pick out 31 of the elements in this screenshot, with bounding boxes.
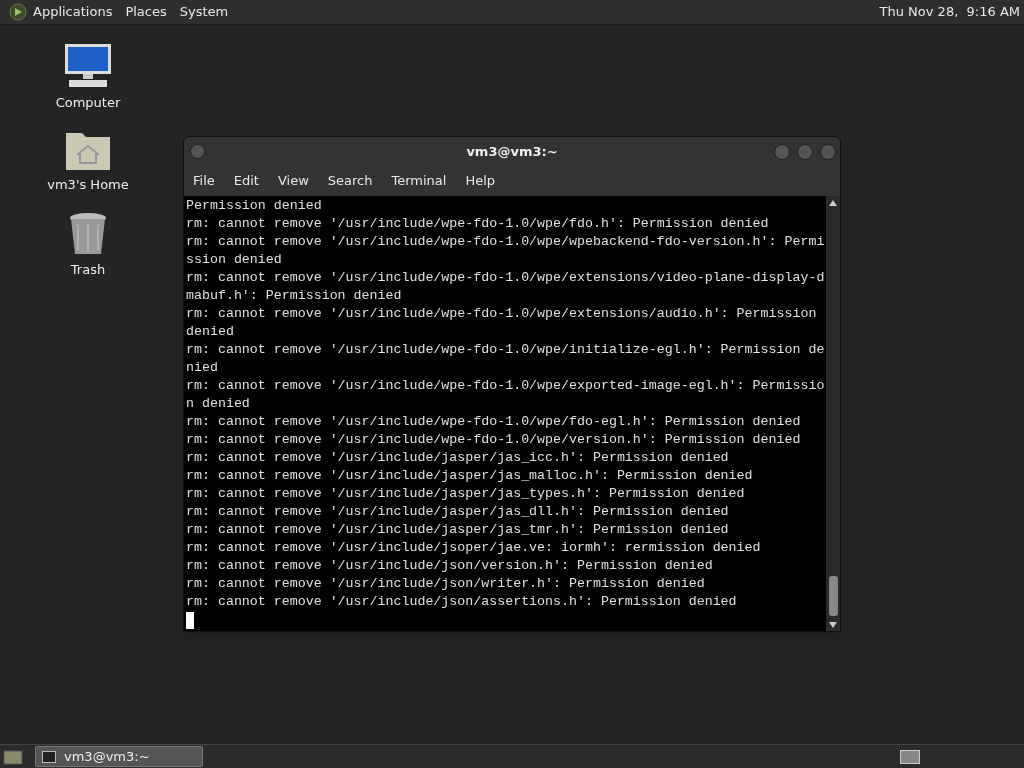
- panel-menu[interactable]: System: [179, 2, 229, 22]
- scroll-down-icon[interactable]: [829, 622, 837, 628]
- desktop-icon-label[interactable]: Trash: [70, 260, 106, 280]
- workspace-switcher[interactable]: [900, 749, 920, 764]
- taskbar-window-button[interactable]: vm3@vm3:~: [35, 746, 203, 767]
- text-cursor: [186, 612, 194, 629]
- home-folder-icon: [65, 130, 111, 171]
- scroll-up-icon[interactable]: [829, 200, 837, 206]
- panel-menu[interactable]: Places: [125, 2, 167, 22]
- computer-icon: [63, 43, 113, 89]
- menu-item[interactable]: Search: [327, 171, 373, 191]
- menu-item[interactable]: Edit: [233, 171, 259, 191]
- minimize-button[interactable]: [774, 143, 790, 160]
- scrollbar-thumb[interactable]: [828, 576, 838, 616]
- clock[interactable]: Thu Nov 28, 9:16 AM: [879, 2, 1020, 22]
- menu-logo-icon[interactable]: [9, 3, 27, 21]
- window-title: vm3@vm3:~: [465, 142, 559, 161]
- scrollbar[interactable]: [826, 196, 840, 631]
- desktop-icon-label[interactable]: vm3's Home: [47, 174, 129, 194]
- terminal-icon: [42, 750, 56, 763]
- desktop-icon-label[interactable]: Computer: [55, 93, 121, 113]
- terminal-output: Permission denied rm: cannot remove '/usr/include/wpe-fdo-1.0/wpe/fdo.h': Permission denied rm: cannot remove '/usr/include/wpe-fdo-1.0/wpe/wpebackend-fdo-version.h': Permi ssion denied rm: cannot remove '/usr/include/wpe-fdo-1.0/wpe/extensions/video-plane-display-d mabuf.h': Permission denied rm: cannot remove '/usr/include/wpe-fdo-1.0/wpe/extensions/audio.h': Permission denied rm: cannot remove '/usr/include/wpe-fdo-1.0/wpe/initialize-egl.h': Permission de nied rm: cannot remove '/usr/include/wpe-fdo-1.0/wpe/exported-image-egl.h': Permissio n denied rm: cannot remove '/usr/include/wpe-fdo-1.0/wpe/fdo-egl.h': Permission denied rm: cannot remove '/usr/include/wpe-fdo-1.0/wpe/version.h': Permission denied rm: cannot remove '/usr/include/jasper/jas_icc.h': Permission denied rm: cannot remove '/usr/include/jasper/jas_malloc.h': Permission denied rm: cannot remove '/usr/include/jasper/jas_types.h': Permission denied rm: cannot remove '/usr/include/jasper/jas_dll.h': Permission denied rm: cannot remove '/usr/include/jasper/jas_tmr.h': Permission denied rm: cannot remove '/usr/include/jsoper/jae.ve: iormh': rermission denied rm: cannot remove '/usr/include/json/version.h': Permission denied rm: cannot remove '/usr/include/json/writer.h': Permission denied rm: cannot remove '/usr/include/json/assertions.h': Permission denied: [184, 196, 826, 631]
- menu-item[interactable]: View: [277, 171, 309, 191]
- panel-menu[interactable]: Applications: [33, 2, 113, 22]
- menu-item[interactable]: Terminal: [391, 171, 447, 191]
- menu-item[interactable]: Help: [465, 171, 496, 191]
- close-button[interactable]: [820, 143, 836, 160]
- trash-icon: [68, 212, 108, 256]
- maximize-button[interactable]: [797, 143, 813, 160]
- menu-item[interactable]: File: [193, 171, 215, 191]
- show-desktop-icon[interactable]: [3, 748, 23, 765]
